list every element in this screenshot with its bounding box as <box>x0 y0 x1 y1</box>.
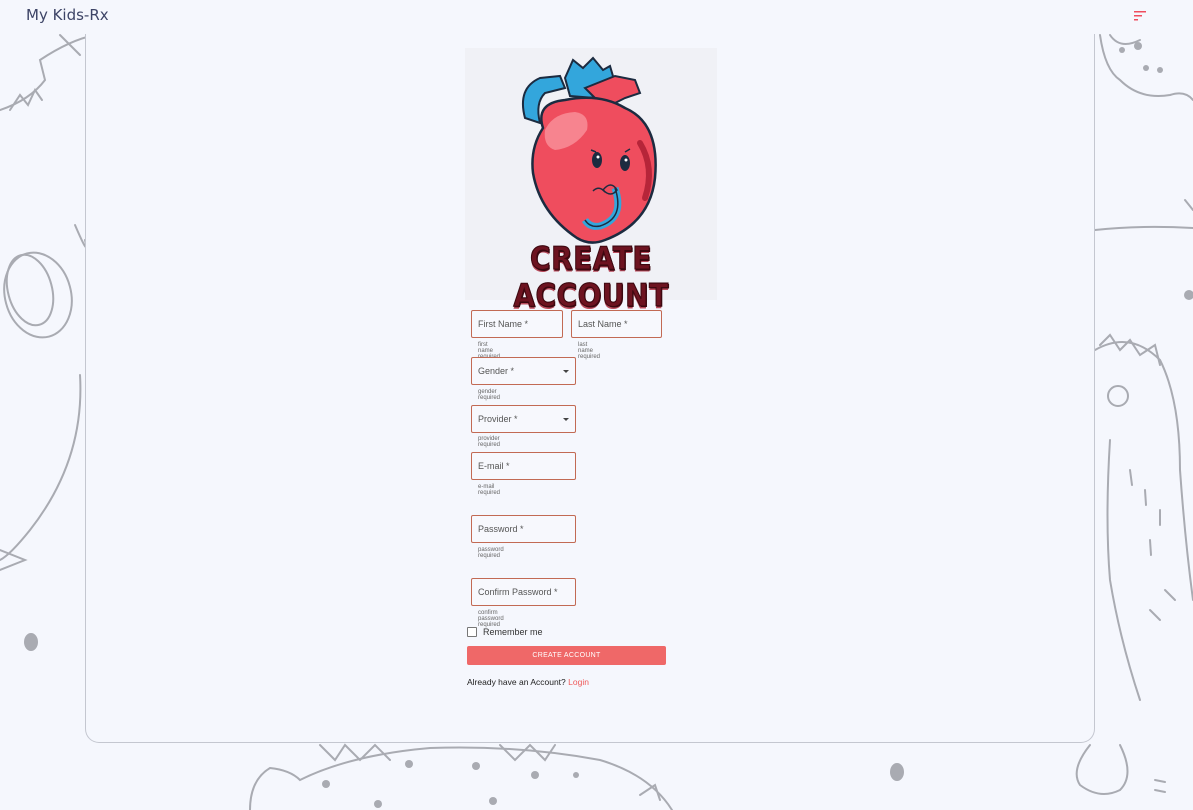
login-prompt-row: Already have an Account? Login <box>467 677 589 687</box>
last-name-helper: last name required <box>578 342 601 360</box>
email-label: E-mail * <box>478 461 510 471</box>
menu-button[interactable] <box>1130 7 1150 25</box>
gender-select[interactable]: Gender * <box>471 357 576 385</box>
login-link[interactable]: Login <box>568 677 589 687</box>
create-account-button[interactable]: CREATE ACCOUNT <box>467 646 666 665</box>
sort-menu-icon <box>1134 11 1146 21</box>
password-helper: password required <box>478 547 504 559</box>
confirm-password-label: Confirm Password * <box>478 587 558 597</box>
confirm-password-field[interactable]: Confirm Password * <box>471 578 576 606</box>
provider-helper: provider required <box>478 436 501 448</box>
login-prompt-text: Already have an Account? <box>467 677 566 687</box>
gender-label: Gender * <box>478 366 515 376</box>
app-title[interactable]: My Kids-Rx <box>26 6 109 24</box>
dropdown-arrow-icon <box>563 370 569 373</box>
hero-banner: CREATE ACCOUNT <box>465 48 717 315</box>
last-name-label: Last Name * <box>578 319 628 329</box>
remember-me-checkbox[interactable] <box>467 627 477 637</box>
provider-select[interactable]: Provider * <box>471 405 576 433</box>
email-field[interactable]: E-mail * <box>471 452 576 480</box>
top-app-bar: My Kids-Rx <box>0 0 1193 34</box>
password-field[interactable]: Password * <box>471 515 576 543</box>
first-name-label: First Name * <box>478 319 529 329</box>
remember-me-label[interactable]: Remember me <box>483 627 543 637</box>
first-name-field[interactable]: First Name * <box>471 310 563 338</box>
password-label: Password * <box>478 524 524 534</box>
create-account-heading: CREATE ACCOUNT <box>513 239 669 314</box>
last-name-field[interactable]: Last Name * <box>571 310 662 338</box>
dropdown-arrow-icon <box>563 418 569 421</box>
email-helper: e-mail required <box>478 484 501 496</box>
cartoon-heart-icon <box>521 56 657 244</box>
gender-helper: gender required <box>478 389 501 401</box>
confirm-password-helper: confirm password required <box>478 610 504 628</box>
provider-label: Provider * <box>478 414 518 424</box>
